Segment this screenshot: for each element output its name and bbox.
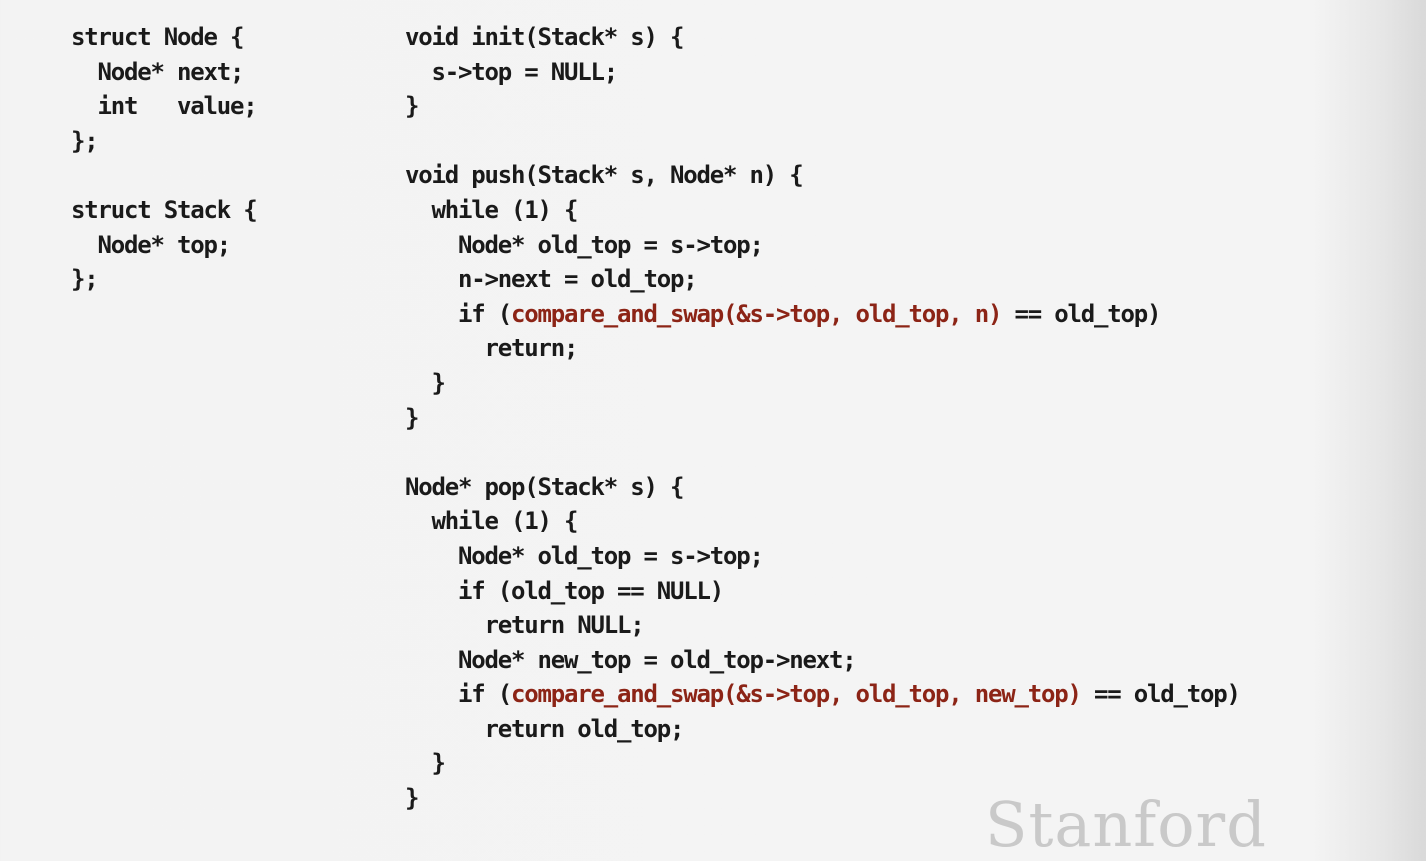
code-line: } [405,366,1240,401]
code-block-stack-functions: void init(Stack* s) { s->top = NULL;} voi… [405,20,1241,816]
code-text: while (1) { [405,195,578,224]
code-text: Node* pop(Stack* s) { [405,472,684,501]
code-line: } [405,401,1240,436]
code-text: } [405,92,419,121]
code-text: } [405,403,419,432]
code-line: } [405,746,1240,781]
code-text: Node* old_top = s->top; [405,230,764,259]
code-text: n->next = old_top; [405,265,698,294]
code-line: Node* top; [71,228,257,263]
code-line: }; [71,262,257,297]
code-text: == old_top) [1001,299,1161,328]
code-highlight: compare_and_swap(&s->top, old_top, n) [511,299,1002,328]
code-line: return old_top; [405,712,1240,747]
code-text: } [405,368,445,397]
code-block-struct-definitions: struct Node { Node* next; int value;}; st… [71,20,258,297]
code-text: } [405,749,445,778]
code-text: s->top = NULL; [405,57,618,86]
code-text: return old_top; [405,714,684,743]
code-line: } [405,89,1240,124]
code-line: Node* old_top = s->top; [405,228,1240,263]
code-line: void init(Stack* s) { [405,20,1240,55]
code-text: if ( [405,680,512,709]
code-text: while (1) { [405,507,578,536]
stanford-watermark: Stanford [985,788,1267,861]
code-text: return; [405,334,578,363]
code-line: while (1) { [405,193,1240,228]
code-line: n->next = old_top; [405,262,1240,297]
code-line: Node* old_top = s->top; [405,539,1240,574]
code-line: Node* pop(Stack* s) { [405,470,1240,505]
code-line: int value; [71,89,257,124]
code-line: Node* new_top = old_top->next; [405,643,1240,678]
code-text: Node* old_top = s->top; [405,541,764,570]
code-text: return NULL; [405,611,644,640]
code-line: Node* next; [71,55,257,90]
code-text: struct Node { [71,23,244,51]
code-text: } [405,784,419,813]
code-text: int value; [71,92,257,121]
code-text: struct Stack { [71,195,258,224]
code-text: if ( [405,299,512,328]
code-text: if (old_top == NULL) [405,576,724,605]
code-highlight: compare_and_swap(&s->top, old_top, new_t… [511,680,1082,709]
code-line: while (1) { [405,504,1240,539]
code-line: }; [71,124,257,159]
code-text: Node* next; [71,57,244,86]
code-text: }; [71,265,99,294]
code-line: struct Node { [71,20,257,55]
code-text: Node* top; [71,230,231,259]
code-line: return; [405,331,1240,366]
code-line: s->top = NULL; [405,55,1240,90]
code-text: Node* new_top = old_top->next; [405,645,857,674]
code-text: void init(Stack* s) { [405,23,684,51]
code-line: if (old_top == NULL) [405,574,1240,609]
code-line: if (compare_and_swap(&s->top, old_top, n… [405,297,1240,332]
code-text: == old_top) [1080,680,1241,709]
code-line: return NULL; [405,608,1240,643]
code-line: if (compare_and_swap(&s->top, old_top, n… [405,677,1241,712]
code-text: }; [71,126,99,155]
code-line: struct Stack { [71,193,258,228]
code-text: void push(Stack* s, Node* n) { [405,161,804,190]
code-line: void push(Stack* s, Node* n) { [405,158,1240,193]
